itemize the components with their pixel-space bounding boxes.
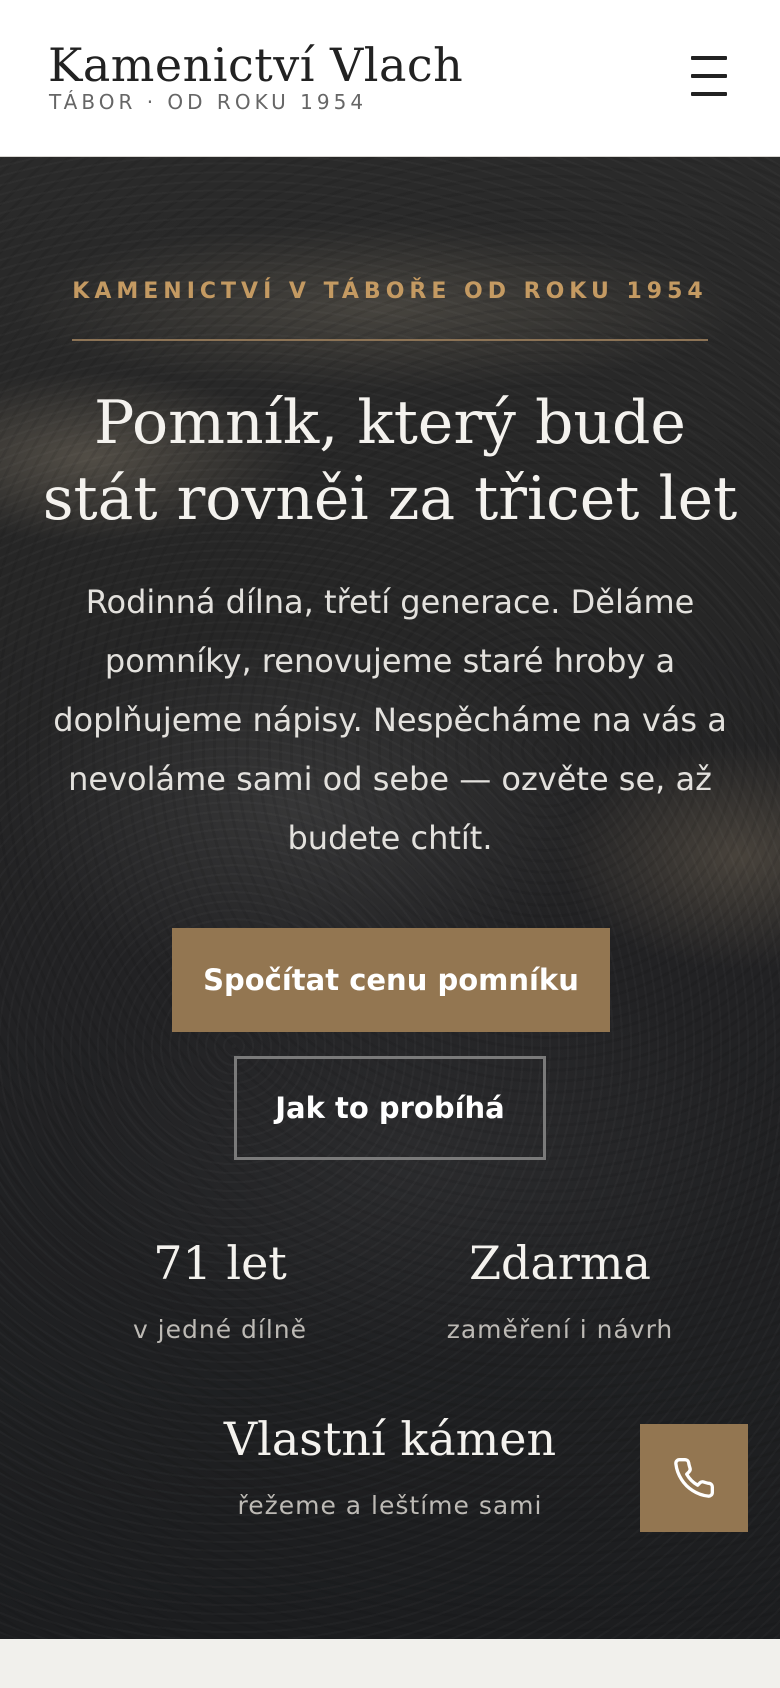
how-it-works-button[interactable]: Jak to probíhá <box>234 1056 546 1160</box>
brand-name[interactable]: Kamenictví Vlach <box>48 36 463 94</box>
brand-tagline: TÁBOR · OD ROKU 1954 <box>49 90 368 114</box>
hero-title: Pomník, který bude stát rovněi za třicet… <box>42 388 738 534</box>
hero-eyebrow: KAMENICTVÍ V TÁBOŘE OD ROKU 1954 <box>72 279 708 304</box>
stat-value: 71 let <box>153 1236 287 1290</box>
phone-icon <box>674 1458 714 1498</box>
hero-description: Rodinná dílna, třetí generace. Děláme po… <box>53 583 727 857</box>
menu-bar <box>691 74 727 78</box>
stat-value: Vlastní kámen <box>223 1412 557 1466</box>
stat-years: 71 let v jedné dílně <box>70 1235 370 1345</box>
stat-label: v jedné dílně <box>132 1315 308 1344</box>
hamburger-menu-icon[interactable] <box>688 56 730 96</box>
stat-label: zaměření i návrh <box>446 1315 674 1344</box>
menu-bar <box>691 56 727 60</box>
stat-value: Zdarma <box>469 1236 651 1290</box>
hero-section: KAMENICTVÍ V TÁBOŘE OD ROKU 1954 Pomník,… <box>0 157 780 1639</box>
calculate-price-button[interactable]: Spočítat cenu pomníku <box>172 928 610 1032</box>
menu-bar <box>691 92 727 96</box>
stat-own-stone: Vlastní kámen řežeme a leštíme sami <box>190 1411 590 1521</box>
stat-free: Zdarma zaměření i návrh <box>410 1235 710 1345</box>
stat-label: řežeme a leštíme sami <box>237 1491 543 1520</box>
call-button[interactable] <box>640 1424 748 1532</box>
eyebrow-divider <box>72 339 708 341</box>
site-header: Kamenictví Vlach TÁBOR · OD ROKU 1954 <box>0 0 780 157</box>
